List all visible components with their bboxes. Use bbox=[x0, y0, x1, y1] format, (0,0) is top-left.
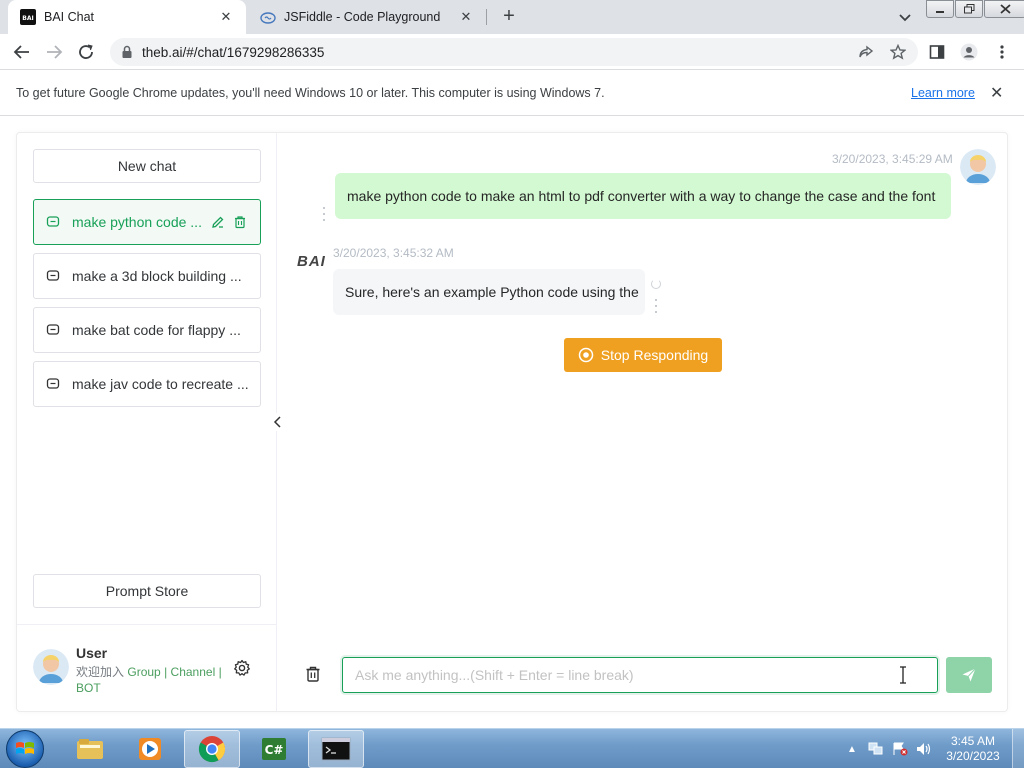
user-name: User bbox=[76, 645, 108, 661]
media-player-taskbar-icon[interactable] bbox=[122, 730, 178, 768]
bot-message-time: 3/20/2023, 3:45:32 AM bbox=[333, 246, 454, 260]
edit-pencil-icon[interactable] bbox=[210, 214, 226, 230]
chat-bubble-icon bbox=[46, 215, 60, 229]
chat-bubble-icon bbox=[46, 269, 60, 283]
reload-icon[interactable] bbox=[76, 42, 96, 62]
bot-link[interactable]: BOT bbox=[76, 681, 101, 695]
chrome-taskbar-icon[interactable] bbox=[184, 730, 240, 768]
svg-text:C#: C# bbox=[265, 743, 284, 757]
kebab-menu-icon[interactable] bbox=[993, 43, 1011, 61]
volume-icon[interactable] bbox=[915, 741, 933, 757]
group-link[interactable]: Group bbox=[127, 665, 160, 679]
close-tab-icon[interactable]: ✕ bbox=[458, 9, 474, 25]
stop-responding-label: Stop Responding bbox=[600, 347, 709, 363]
taskbar: C# ▲ 3:45 AM 3/20/2023 bbox=[0, 728, 1024, 768]
bai-favicon-icon: BAI bbox=[20, 9, 36, 25]
send-button[interactable] bbox=[946, 657, 992, 693]
taskbar-clock[interactable]: 3:45 AM 3/20/2023 bbox=[940, 734, 1006, 764]
bookmark-star-icon[interactable] bbox=[889, 43, 907, 61]
close-tab-icon[interactable]: ✕ bbox=[218, 9, 234, 25]
tab-separator bbox=[486, 9, 487, 25]
show-desktop-button[interactable] bbox=[1012, 729, 1024, 768]
separator: | bbox=[218, 665, 222, 679]
chat-list-item[interactable]: make a 3d block building ... bbox=[33, 253, 261, 299]
chat-list-item[interactable]: make jav code to recreate ... bbox=[33, 361, 261, 407]
channel-link[interactable]: Channel bbox=[171, 665, 216, 679]
tab-bai-chat[interactable]: BAI BAI Chat ✕ bbox=[8, 0, 246, 34]
show-hidden-icons-icon[interactable]: ▲ bbox=[843, 741, 861, 757]
lock-icon[interactable] bbox=[120, 45, 134, 59]
stop-responding-button[interactable]: Stop Responding bbox=[564, 338, 722, 372]
chat-item-label: make bat code for flappy ... bbox=[72, 322, 241, 338]
clock-date: 3/20/2023 bbox=[946, 749, 1000, 763]
window-controls bbox=[926, 0, 1024, 20]
page-content: New chat make python code ... make a 3d … bbox=[0, 117, 1024, 728]
loading-spinner-icon bbox=[651, 279, 661, 289]
close-infobar-icon[interactable]: ✕ bbox=[990, 83, 1003, 103]
tab-jsfiddle[interactable]: JSFiddle - Code Playground ✕ bbox=[248, 0, 486, 34]
jsfiddle-favicon-icon bbox=[260, 9, 276, 25]
infobar-message: To get future Google Chrome updates, you… bbox=[16, 86, 605, 100]
user-message: make python code to make an html to pdf … bbox=[335, 173, 951, 219]
bot-message: Sure, here's an example Python code usin… bbox=[333, 269, 645, 315]
restore-button[interactable] bbox=[955, 0, 983, 18]
chat-bubble-icon bbox=[46, 377, 60, 391]
chat-bubble-icon bbox=[46, 323, 60, 337]
tab-title: JSFiddle - Code Playground bbox=[284, 10, 441, 24]
update-infobar: To get future Google Chrome updates, you… bbox=[0, 71, 1024, 116]
message-more-icon[interactable] bbox=[653, 299, 659, 313]
svg-text:BAI: BAI bbox=[22, 15, 33, 22]
profile-icon[interactable] bbox=[960, 43, 978, 61]
avatar bbox=[960, 149, 996, 185]
message-more-icon[interactable] bbox=[321, 207, 327, 221]
browser-toolbar: theb.ai/#/chat/1679298286335 bbox=[0, 34, 1024, 70]
chat-item-label: make a 3d block building ... bbox=[72, 268, 242, 284]
url-text: theb.ai/#/chat/1679298286335 bbox=[142, 44, 325, 60]
windows-logo-icon bbox=[16, 742, 34, 754]
chat-app: New chat make python code ... make a 3d … bbox=[16, 132, 1008, 712]
tab-title: BAI Chat bbox=[44, 10, 95, 24]
chat-area: 3/20/2023, 3:45:29 AM make python code t… bbox=[277, 133, 1007, 711]
chat-list-item[interactable]: make bat code for flappy ... bbox=[33, 307, 261, 353]
user-profile: User 欢迎加入 Group | Channel | BOT bbox=[17, 624, 276, 711]
tab-strip: BAI BAI Chat ✕ JSFiddle - Code Playgroun… bbox=[0, 0, 1024, 34]
prompt-store-button[interactable]: Prompt Store bbox=[33, 574, 261, 608]
file-explorer-taskbar-icon[interactable] bbox=[62, 730, 118, 768]
bai-logo-icon: BAI bbox=[297, 253, 326, 270]
system-tray: ▲ bbox=[843, 739, 939, 759]
separator: | bbox=[164, 665, 168, 679]
minimize-button[interactable] bbox=[926, 0, 954, 18]
chevron-down-icon[interactable] bbox=[896, 8, 914, 26]
network-icon[interactable] bbox=[867, 741, 885, 757]
close-window-button[interactable] bbox=[984, 0, 1024, 18]
csharp-app-taskbar-icon[interactable]: C# bbox=[246, 730, 302, 768]
action-center-flag-icon[interactable] bbox=[891, 741, 909, 757]
gear-icon[interactable] bbox=[233, 659, 251, 677]
clear-chat-trash-icon[interactable] bbox=[303, 664, 323, 684]
new-tab-button[interactable]: + bbox=[498, 6, 520, 28]
stop-circle-icon bbox=[578, 347, 594, 363]
command-prompt-taskbar-icon[interactable] bbox=[308, 730, 364, 768]
sidebar: New chat make python code ... make a 3d … bbox=[17, 133, 277, 711]
user-message-time: 3/20/2023, 3:45:29 AM bbox=[832, 152, 953, 166]
learn-more-link[interactable]: Learn more bbox=[911, 86, 975, 100]
avatar[interactable] bbox=[33, 649, 69, 685]
forward-arrow-icon[interactable] bbox=[44, 42, 64, 62]
chat-list-item[interactable]: make python code ... bbox=[33, 199, 261, 245]
side-panel-icon[interactable] bbox=[928, 43, 946, 61]
community-links: 欢迎加入 Group | Channel | BOT bbox=[76, 664, 226, 696]
chat-item-label: make python code ... bbox=[72, 214, 202, 230]
back-arrow-icon[interactable] bbox=[12, 42, 32, 62]
address-bar[interactable]: theb.ai/#/chat/1679298286335 bbox=[110, 38, 918, 66]
new-chat-button[interactable]: New chat bbox=[33, 149, 261, 183]
text-cursor-icon bbox=[898, 666, 908, 684]
delete-trash-icon[interactable] bbox=[232, 214, 248, 230]
join-text: 欢迎加入 bbox=[76, 665, 125, 679]
share-icon[interactable] bbox=[857, 43, 875, 61]
send-icon bbox=[962, 668, 976, 682]
chat-item-label: make jav code to recreate ... bbox=[72, 376, 248, 392]
clock-time: 3:45 AM bbox=[950, 734, 996, 748]
chat-input[interactable] bbox=[342, 657, 938, 693]
start-button[interactable] bbox=[6, 730, 44, 768]
